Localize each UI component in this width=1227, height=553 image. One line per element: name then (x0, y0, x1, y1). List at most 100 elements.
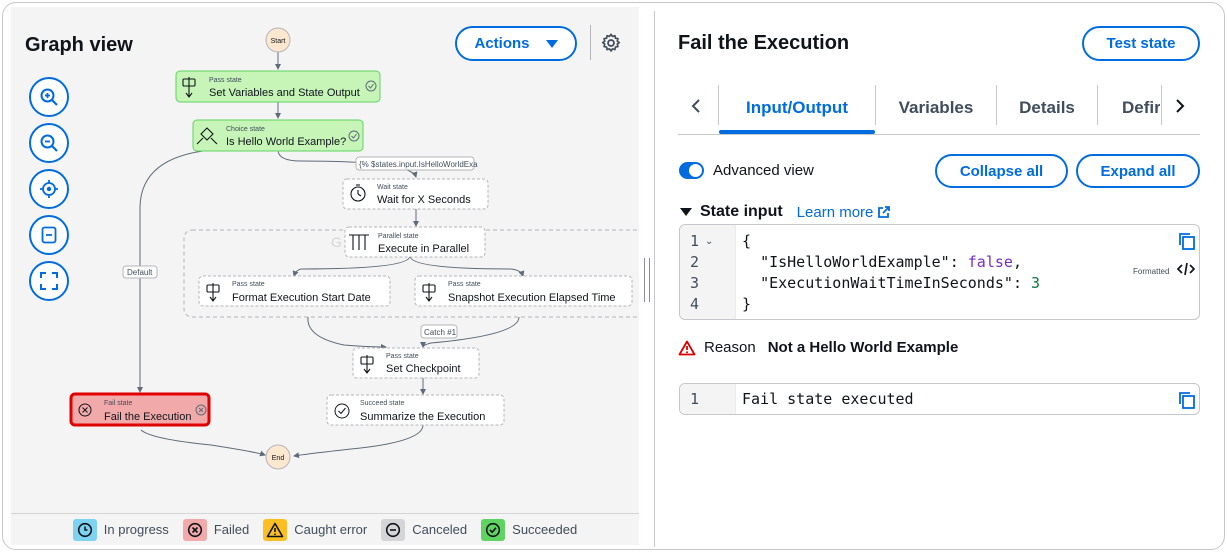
test-state-button[interactable]: Test state (1082, 26, 1200, 61)
legend-succeeded: Succeeded (481, 518, 578, 541)
toggle-knob (689, 164, 702, 177)
check-circle-icon (481, 518, 506, 541)
tab-definition[interactable]: Defir (1098, 81, 1160, 134)
zoom-in-icon (40, 88, 58, 106)
svg-text:Is Hello World Example?: Is Hello World Example? (226, 136, 346, 148)
center-graph-button[interactable] (29, 169, 69, 209)
svg-text:Set Variables and State Output: Set Variables and State Output (209, 87, 360, 99)
caret-down-icon (680, 208, 692, 216)
node-snapshot[interactable]: Pass state Snapshot Execution Elapsed Ti… (414, 275, 633, 307)
tab-details[interactable]: Details (997, 81, 1097, 134)
tab-scroll-left-button[interactable] (686, 95, 706, 117)
edge-label-default: Default (122, 265, 158, 279)
tab-divider (1161, 85, 1162, 125)
code-format-icon[interactable] (1177, 261, 1195, 277)
expand-all-button[interactable]: Expand all (1076, 154, 1200, 188)
legend-label: Caught error (294, 522, 368, 537)
edge-label-condition: {% $states.input.IsHelloWorldExa (355, 156, 478, 171)
svg-text:Catch #1: Catch #1 (424, 328, 457, 337)
legend-label: Succeeded (512, 522, 578, 537)
state-input-editor[interactable]: 1 ⌄ 2 3 4 { "IsHelloWorldExample": false,… (679, 224, 1200, 320)
legend-caught-error: Caught error (263, 518, 368, 541)
node-parallel[interactable]: Parallel state Execute in Parallel (344, 226, 486, 258)
clock-icon (72, 518, 97, 541)
svg-text:Start: Start (271, 38, 286, 45)
legend-label: In progress (103, 522, 169, 537)
fold-chevron-icon[interactable]: ⌄ (705, 231, 713, 252)
gear-icon[interactable] (600, 32, 622, 54)
tab-bar: Input/Output Variables Details Defir (678, 81, 1200, 135)
panel-resize-handle[interactable] (644, 258, 650, 302)
svg-text:Snapshot Execution Elapsed Tim: Snapshot Execution Elapsed Time (448, 292, 616, 304)
svg-text:Parallel state: Parallel state (378, 233, 419, 240)
node-choice[interactable]: Choice state Is Hello World Example? (192, 119, 364, 152)
svg-text:Wait state: Wait state (377, 184, 408, 191)
line-number: 2 (690, 253, 700, 271)
app-frame: G {% $states.input.IsHelloWorldExa Defau… (2, 2, 1225, 550)
svg-text:Succeed state: Succeed state (360, 400, 404, 407)
zoom-out-button[interactable] (29, 123, 69, 163)
node-checkpoint[interactable]: Pass state Set Checkpoint (352, 347, 480, 379)
reason-value: Not a Hello World Example (767, 339, 959, 356)
svg-text:Default: Default (127, 268, 153, 277)
code-line: { (742, 232, 752, 250)
svg-text:G: G (331, 234, 342, 250)
node-format-date[interactable]: Pass state Format Execution Start Date (198, 275, 391, 307)
copy-icon[interactable] (1177, 390, 1197, 410)
svg-text:Choice state: Choice state (226, 126, 265, 133)
tab-input-output[interactable]: Input/Output (719, 81, 875, 134)
node-set-variables[interactable]: Pass state Set Variables and State Outpu… (175, 70, 381, 103)
state-input-header[interactable]: State input Learn more (680, 203, 891, 221)
tab-divider (875, 85, 876, 125)
external-link-icon (878, 206, 891, 218)
learn-more-link[interactable]: Learn more (797, 204, 892, 221)
svg-text:Wait for X Seconds: Wait for X Seconds (377, 194, 471, 206)
svg-text:Pass state: Pass state (209, 77, 242, 84)
svg-text:Pass state: Pass state (448, 281, 481, 288)
advanced-view-label: Advanced view (713, 162, 814, 179)
legend-label: Canceled (412, 522, 468, 537)
state-input-label[interactable]: State input (700, 203, 783, 221)
legend-label: Failed (213, 522, 250, 537)
svg-text:Set Checkpoint: Set Checkpoint (386, 363, 461, 375)
collapse-all-button[interactable]: Collapse all (935, 154, 1068, 188)
code-line: Fail state executed (742, 390, 914, 408)
node-succeed[interactable]: Succeed state Summarize the Execution (326, 394, 505, 426)
fit-view-button[interactable] (29, 215, 69, 255)
svg-text:End: End (272, 455, 285, 462)
active-tab-indicator (719, 130, 875, 134)
state-output-editor[interactable]: 1 Fail state executed (679, 383, 1200, 415)
tab-scroll-right-button[interactable] (1170, 95, 1190, 117)
reason-row: Reason Not a Hello World Example (678, 339, 958, 356)
code-line: } (742, 295, 752, 313)
formatted-label: Formatted (1133, 267, 1170, 276)
start-node[interactable]: Start (265, 27, 291, 53)
graph-canvas[interactable]: G {% $states.input.IsHelloWorldExa Defau… (11, 7, 639, 513)
status-legend: In progress Failed Caught error Canceled (11, 513, 639, 545)
tab-variables[interactable]: Variables (876, 81, 996, 134)
fullscreen-button[interactable] (29, 261, 69, 301)
copy-icon[interactable] (1177, 231, 1197, 251)
end-node[interactable]: End (265, 444, 291, 470)
svg-text:Summarize the Execution: Summarize the Execution (360, 411, 485, 423)
code-line: "IsHelloWorldExample": false, (760, 253, 1022, 271)
advanced-view-toggle[interactable] (679, 162, 704, 179)
svg-text:Execute in Parallel: Execute in Parallel (378, 243, 469, 255)
learn-more-label: Learn more (796, 203, 874, 221)
tab-divider (1097, 85, 1098, 125)
zoom-in-button[interactable] (29, 77, 69, 117)
tab-divider (718, 85, 719, 125)
svg-text:Format Execution Start Date: Format Execution Start Date (232, 292, 371, 304)
node-fail[interactable]: Fail state Fail the Execution (69, 392, 211, 427)
node-wait[interactable]: Wait state Wait for X Seconds (342, 178, 489, 210)
actions-dropdown-button[interactable]: Actions (455, 26, 577, 61)
line-number: 4 (690, 295, 700, 313)
chevron-right-icon (1176, 99, 1185, 113)
actions-label: Actions (474, 35, 530, 52)
legend-in-progress: In progress (72, 518, 169, 541)
caret-down-icon (545, 39, 558, 48)
line-number: 1 ⌄ (690, 231, 714, 252)
chevron-left-icon (691, 99, 700, 113)
toolbar-divider (590, 25, 591, 60)
svg-text:Pass state: Pass state (386, 353, 419, 360)
